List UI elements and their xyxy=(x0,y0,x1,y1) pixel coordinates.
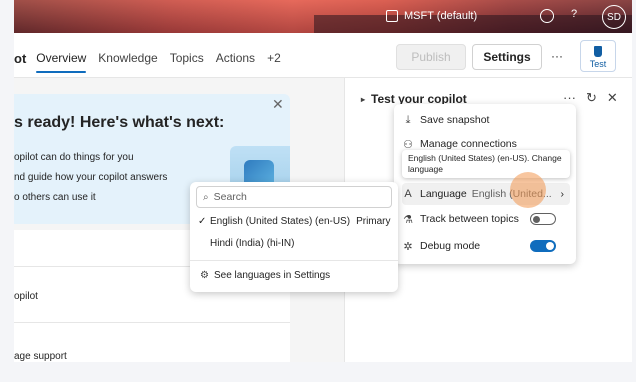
tab-more[interactable]: +2 xyxy=(267,45,281,71)
track-icon: ⚗ xyxy=(403,213,413,226)
settings-button[interactable]: Settings xyxy=(472,44,542,70)
search-icon: ⌕ xyxy=(203,191,209,203)
chevron-right-icon: ▸ xyxy=(361,94,366,104)
primary-badge: Primary xyxy=(356,216,391,227)
tab-actions[interactable]: Actions xyxy=(216,45,255,71)
chevron-right-icon: › xyxy=(560,188,565,200)
link-icon: ⚇ xyxy=(403,138,413,151)
test-button[interactable]: Test xyxy=(580,40,616,72)
gear-icon: ⚙ xyxy=(200,270,209,281)
list-item-label: age support xyxy=(14,351,67,362)
environment-label: MSFT (default) xyxy=(404,10,478,22)
language-tooltip: English (United States) (en-US). Change … xyxy=(402,150,570,178)
translate-icon: A xyxy=(404,188,412,200)
more-options-button[interactable]: ··· xyxy=(544,44,570,68)
close-icon[interactable]: ✕ xyxy=(272,96,284,113)
test-button-label: Test xyxy=(589,59,607,69)
page-title: ot xyxy=(14,50,27,66)
checkmark-icon: ✓ xyxy=(198,216,207,227)
tab-overview[interactable]: Overview xyxy=(36,45,87,73)
top-banner: MSFT (default) ? SD xyxy=(14,0,632,33)
save-snapshot-item[interactable]: ⤓ Save snapshot xyxy=(402,109,570,131)
tab-knowledge[interactable]: Knowledge xyxy=(98,45,157,71)
list-item-label: opilot xyxy=(14,291,38,302)
promo-line[interactable]: opilot can do things for you xyxy=(14,152,134,163)
promo-line[interactable]: nd guide how your copilot answers xyxy=(14,172,167,183)
copilot-tabs: ot Overview Knowledge Topics Actions +2 xyxy=(14,44,293,73)
language-option-en-us[interactable]: ✓ English (United States) (en-US) Primar… xyxy=(198,216,391,227)
download-icon: ⤓ xyxy=(405,113,411,126)
test-panel-menu: ⤓ Save snapshot ⚇ Manage connections A L… xyxy=(394,104,576,264)
list-item: age support xyxy=(14,322,290,362)
debug-mode-toggle[interactable] xyxy=(530,240,556,252)
environment-picker[interactable]: MSFT (default) xyxy=(386,10,477,22)
promo-heading: s ready! Here's what's next: xyxy=(14,114,225,131)
help-icon[interactable]: ? xyxy=(571,8,583,20)
tab-topics[interactable]: Topics xyxy=(170,45,204,71)
publish-button[interactable]: Publish xyxy=(396,44,466,70)
settings-icon[interactable] xyxy=(540,9,554,23)
debug-mode-item[interactable]: ✲ Debug mode xyxy=(402,235,570,257)
avatar[interactable]: SD xyxy=(602,5,626,29)
bug-icon: ✲ xyxy=(403,240,413,253)
language-option-hi-in[interactable]: Hindi (India) (hi-IN) xyxy=(198,238,294,249)
language-search-input[interactable]: ⌕ Search xyxy=(196,186,392,208)
environment-icon xyxy=(386,10,398,22)
see-languages-link[interactable]: ⚙ See languages in Settings xyxy=(200,270,330,281)
track-topics-toggle[interactable] xyxy=(530,213,556,225)
track-topics-item[interactable]: ⚗ Track between topics xyxy=(402,208,570,230)
language-submenu: ⌕ Search ✓ English (United States) (en-U… xyxy=(190,182,398,292)
refresh-icon[interactable]: ↻ xyxy=(586,90,597,106)
promo-line[interactable]: o others can use it xyxy=(14,192,96,203)
flask-icon xyxy=(594,46,602,57)
close-icon[interactable]: ✕ xyxy=(607,90,618,106)
click-highlight xyxy=(510,172,546,208)
